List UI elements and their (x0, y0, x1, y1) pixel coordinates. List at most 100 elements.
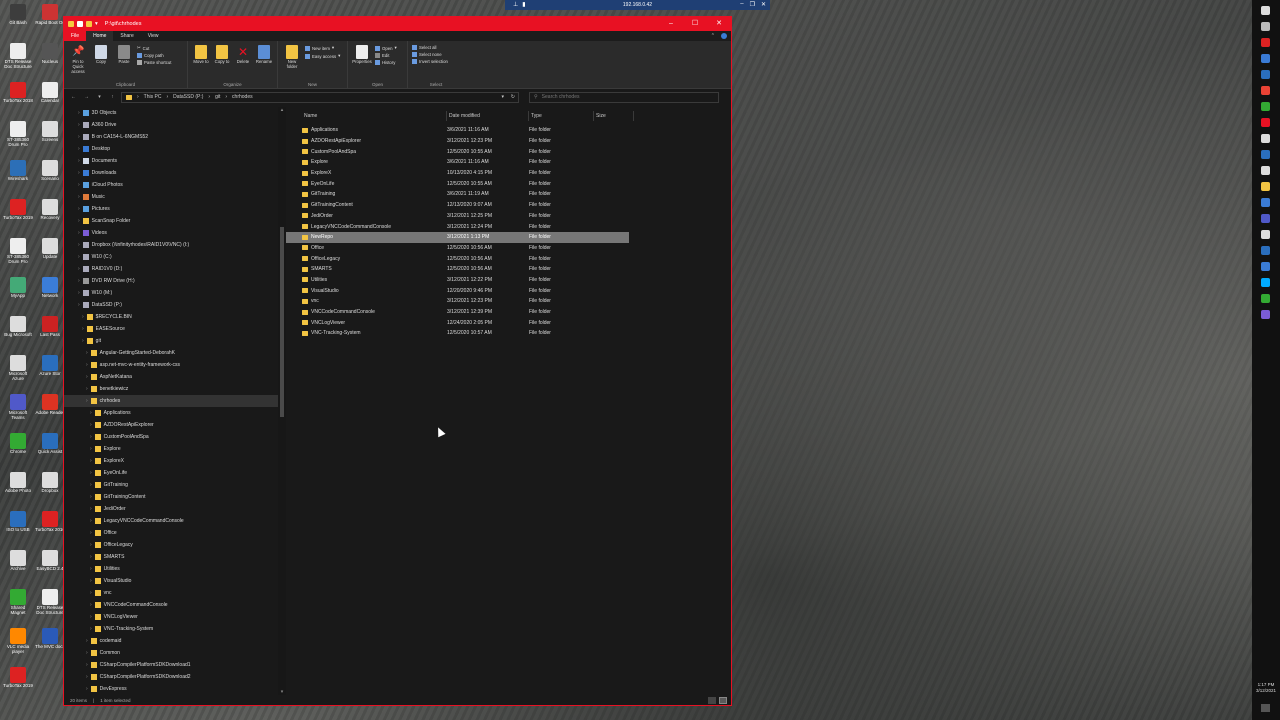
nav-item[interactable]: › LegacyVNCCodeCommandConsole (64, 515, 286, 527)
expand-chevron-icon[interactable]: › (78, 230, 80, 236)
expand-chevron-icon[interactable]: › (78, 206, 80, 212)
expand-chevron-icon[interactable]: › (90, 566, 92, 572)
history-button[interactable]: History (375, 60, 397, 65)
taskbar-app-icon[interactable] (1261, 246, 1270, 255)
nav-item[interactable]: › VisualStudio (64, 575, 286, 587)
nav-item[interactable]: › codemaid (64, 635, 286, 647)
taskbar-app-icon[interactable] (1261, 278, 1270, 287)
desktop-shortcut[interactable]: TurboTax 2019 (3, 199, 33, 221)
nav-item[interactable]: › OfficeLegacy (64, 539, 286, 551)
nav-item[interactable]: › Angular-GettingStarted-DeborahK (64, 347, 286, 359)
desktop-shortcut[interactable]: Rapid Boot Os (35, 4, 65, 26)
desktop-shortcut[interactable]: Screens (35, 121, 65, 143)
file-row[interactable]: NewRepo 3/12/2021 1:13 PM File folder (286, 231, 629, 243)
nav-item[interactable]: › VNCLogViewer (64, 611, 286, 623)
file-row[interactable]: Applications 3/6/2021 11:16 AM File folder (286, 125, 731, 136)
edit-button[interactable]: Edit (375, 53, 397, 58)
rdp-close-button[interactable]: ✕ (761, 1, 766, 8)
recent-chevron-icon[interactable]: ▾ (95, 94, 104, 100)
expand-chevron-icon[interactable]: › (90, 482, 92, 488)
rdp-restore-button[interactable]: ❐ (750, 1, 755, 8)
desktop-shortcut[interactable]: TurboTax 2018 (3, 82, 33, 104)
desktop-shortcut[interactable]: Recovery (35, 199, 65, 221)
nav-item[interactable]: › VNCCodeCommandConsole (64, 599, 286, 611)
desktop-shortcut[interactable]: DTS Release Doc Structure (35, 589, 65, 616)
nav-item[interactable]: › ExploreX (64, 455, 286, 467)
expand-chevron-icon[interactable]: › (86, 638, 88, 644)
file-row[interactable]: VNCLogViewer 12/24/2020 2:05 PM File folde… (286, 317, 731, 328)
desktop-shortcut[interactable]: VLC media player (3, 628, 33, 655)
maximize-button[interactable]: ☐ (683, 17, 707, 31)
easy-access-button[interactable]: Easy access ▾ (305, 53, 340, 59)
desktop-shortcut[interactable]: Scenario (35, 160, 65, 182)
nav-item[interactable]: › Applications (64, 407, 286, 419)
desktop-shortcut[interactable]: Update (35, 238, 65, 260)
nav-item[interactable]: › ScanSnap Folder (64, 215, 286, 227)
nav-item[interactable]: › Explore (64, 443, 286, 455)
expand-chevron-icon[interactable]: › (90, 590, 92, 596)
open-button[interactable]: Open ▾ (375, 45, 397, 51)
taskbar-app-icon[interactable] (1261, 70, 1270, 79)
desktop-shortcut[interactable]: TurboTax 2019 (3, 667, 33, 689)
expand-chevron-icon[interactable]: › (90, 542, 92, 548)
file-explorer-window[interactable]: ▾ P:\git\chrhodes – ☐ ✕ File Home Share … (63, 16, 732, 706)
expand-chevron-icon[interactable]: › (90, 446, 92, 452)
title-bar[interactable]: ▾ P:\git\chrhodes – ☐ ✕ (64, 17, 731, 31)
file-row[interactable]: GitTraining 3/6/2021 11:19 AM File folder (286, 189, 731, 200)
taskbar-app-icon[interactable] (1261, 38, 1270, 47)
nav-item[interactable]: › Office (64, 527, 286, 539)
desktop-shortcut[interactable]: Azure Stor (35, 355, 65, 377)
nav-item[interactable]: › asp.net-mvc-w-entity-framework-css (64, 359, 286, 371)
expand-chevron-icon[interactable]: › (78, 182, 80, 188)
desktop-shortcut[interactable]: Shared Magnet (3, 589, 33, 616)
expand-chevron-icon[interactable]: › (90, 626, 92, 632)
select-all-button[interactable]: Select all (412, 45, 448, 50)
breadcrumb-this-pc[interactable]: This PC (144, 94, 162, 100)
close-button[interactable]: ✕ (707, 17, 731, 31)
desktop-shortcut[interactable]: EasyBCD 2.4 (35, 550, 65, 572)
file-row[interactable]: AZDORestApiExplorer 3/12/2021 12:23 PM Fil… (286, 136, 731, 147)
desktop-shortcut[interactable]: Chrome (3, 433, 33, 455)
nav-item[interactable]: › DevExpress (64, 683, 286, 695)
file-row[interactable]: LegacyVNCCodeCommandConsole 3/12/2021 12:… (286, 221, 731, 232)
details-view-icon[interactable] (708, 696, 716, 704)
nav-item[interactable]: › GitTraining (64, 479, 286, 491)
file-row[interactable]: ExploreX 10/13/2020 4:15 PM File folder (286, 168, 731, 179)
desktop-shortcut[interactable]: TurboTax 2016 (35, 511, 65, 533)
desktop-shortcut[interactable]: Wireshark (3, 160, 33, 182)
expand-chevron-icon[interactable]: › (78, 218, 80, 224)
taskbar-app-icon[interactable] (1261, 118, 1270, 127)
expand-chevron-icon[interactable]: › (90, 554, 92, 560)
address-dropdown-icon[interactable]: ▾ (501, 94, 504, 100)
taskbar-app-icon[interactable] (1261, 166, 1270, 175)
taskbar-app-icon[interactable] (1261, 310, 1270, 319)
expand-chevron-icon[interactable]: › (78, 254, 80, 260)
nav-item[interactable]: › CSharpCompilerPlatformSDKDownload2 (64, 671, 286, 683)
nav-item[interactable]: › Utilities (64, 563, 286, 575)
invert-selection-button[interactable]: Invert selection (412, 59, 448, 64)
tab-home[interactable]: Home (86, 31, 114, 41)
nav-item[interactable]: › JediOrder (64, 503, 286, 515)
expand-chevron-icon[interactable]: › (90, 518, 92, 524)
file-row[interactable]: VNC-Tracking-System 12/5/2020 10:57 AM Fil… (286, 328, 731, 339)
nav-item[interactable]: › iCloud Photos (64, 179, 286, 191)
expand-chevron-icon[interactable]: › (90, 530, 92, 536)
file-row[interactable]: SMARTS 12/5/2020 10:56 AM File folder (286, 264, 731, 275)
select-none-button[interactable]: Select none (412, 52, 448, 57)
desktop-shortcut[interactable]: Last Pass (35, 316, 65, 338)
tab-view[interactable]: View (141, 31, 166, 41)
ribbon-collapse-icon[interactable]: ⌃ (711, 33, 715, 39)
qat-chevron-icon[interactable]: ▾ (95, 21, 98, 27)
expand-chevron-icon[interactable]: › (78, 146, 80, 152)
new-item-button[interactable]: New item ▾ (305, 45, 340, 51)
desktop-shortcut[interactable]: Dropbox (35, 472, 65, 494)
expand-chevron-icon[interactable]: › (86, 674, 88, 680)
remote-desktop-bar[interactable]: ⊥ ▮ 192.168.0.42 – ❐ ✕ (505, 0, 770, 10)
expand-chevron-icon[interactable]: › (90, 470, 92, 476)
expand-chevron-icon[interactable]: › (82, 314, 84, 320)
breadcrumb-git[interactable]: git (215, 94, 220, 100)
notification-icon[interactable] (1261, 704, 1270, 712)
nav-item[interactable]: › EASESource (64, 323, 286, 335)
nav-item[interactable]: › vnc (64, 587, 286, 599)
taskbar-app-icon[interactable] (1261, 182, 1270, 191)
